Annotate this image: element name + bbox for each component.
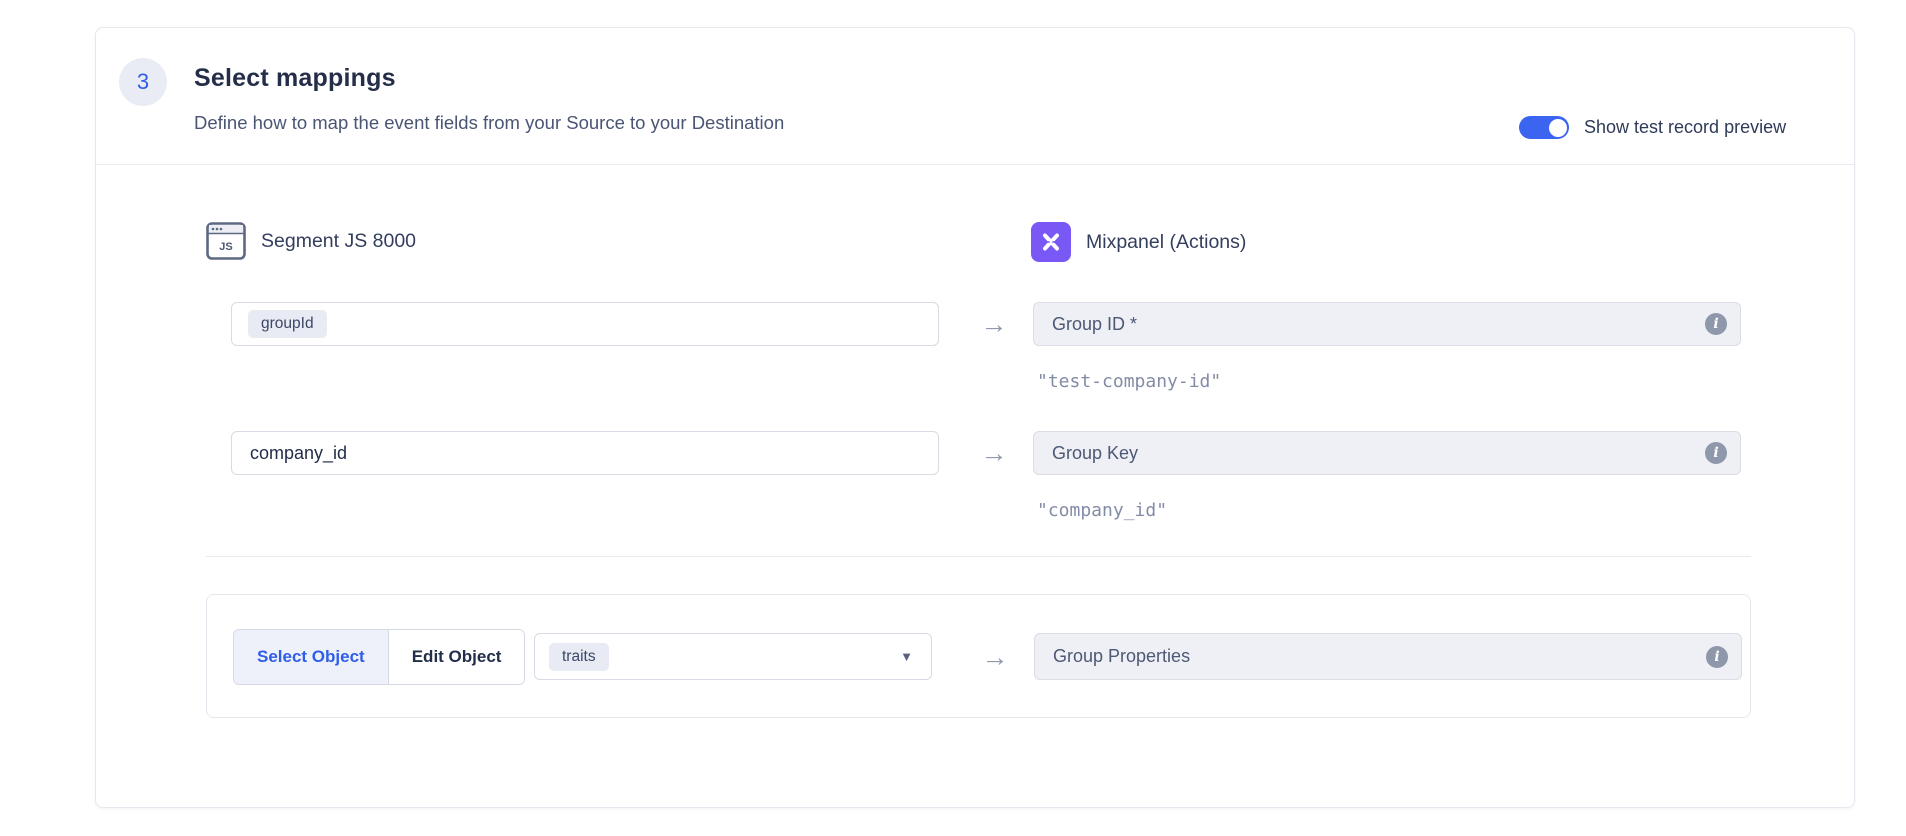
source-field-input-row2[interactable]: company_id: [231, 431, 939, 475]
page-title: Select mappings: [194, 64, 396, 93]
destination-header: Mixpanel (Actions): [1031, 222, 1246, 262]
info-icon[interactable]: i: [1706, 646, 1728, 668]
chevron-down-icon: ▼: [900, 649, 913, 664]
destination-name: Mixpanel (Actions): [1086, 231, 1246, 254]
mapping-arrow-icon: →: [964, 438, 1024, 468]
test-preview-value-row2: "company_id": [1037, 500, 1167, 521]
show-preview-toggle[interactable]: [1519, 116, 1569, 139]
info-icon[interactable]: i: [1705, 313, 1727, 335]
destination-field-label: Group ID *: [1052, 314, 1705, 335]
step-number-badge: 3: [119, 58, 167, 106]
test-preview-value-row1: "test-company-id": [1037, 371, 1221, 392]
content-divider: [206, 556, 1751, 557]
object-mode-button-group: Select Object Edit Object: [233, 629, 525, 685]
mixpanel-logo-icon: [1031, 222, 1071, 262]
toggle-knob-icon: [1549, 119, 1567, 137]
edit-object-button[interactable]: Edit Object: [388, 630, 525, 684]
object-source-dropdown[interactable]: traits ▼: [534, 633, 932, 680]
source-field-input-row1[interactable]: groupId: [231, 302, 939, 346]
select-mappings-card: 3 Select mappings Define how to map the …: [95, 27, 1855, 808]
select-object-button[interactable]: Select Object: [234, 630, 388, 684]
source-field-text: company_id: [250, 443, 347, 464]
object-mapping-box: Select Object Edit Object traits ▼ → Gro…: [206, 594, 1751, 718]
object-dropdown-chip: traits: [549, 643, 609, 671]
destination-field-label: Group Properties: [1053, 646, 1706, 667]
destination-field-object[interactable]: Group Properties i: [1034, 633, 1742, 680]
source-js-browser-icon: JS: [206, 222, 246, 260]
page-subtitle: Define how to map the event fields from …: [194, 112, 784, 134]
mapping-arrow-icon: →: [964, 309, 1024, 339]
source-header: JS Segment JS 8000: [206, 222, 416, 260]
header-divider: [96, 164, 1854, 165]
show-test-record-preview-control: Show test record preview: [1519, 116, 1786, 139]
mapping-arrow-icon: →: [965, 642, 1025, 673]
js-icon-text: JS: [219, 241, 232, 253]
source-field-chip: groupId: [248, 310, 327, 338]
destination-field-row2[interactable]: Group Key i: [1033, 431, 1741, 475]
info-icon[interactable]: i: [1705, 442, 1727, 464]
step-number: 3: [137, 69, 149, 95]
source-name: Segment JS 8000: [261, 230, 416, 253]
toggle-label: Show test record preview: [1584, 117, 1786, 138]
destination-field-label: Group Key: [1052, 443, 1705, 464]
destination-field-row1[interactable]: Group ID * i: [1033, 302, 1741, 346]
